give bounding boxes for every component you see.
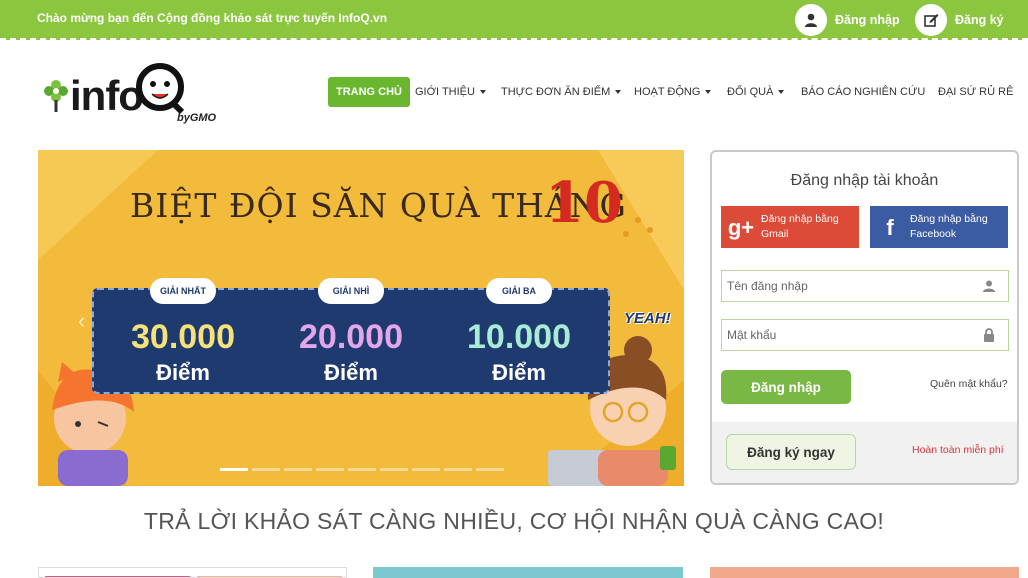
- nav-doi-qua[interactable]: ĐỔI QUÀ: [727, 77, 785, 107]
- banner-month: 10: [545, 170, 623, 236]
- top-bar: Chào mừng bạn đến Cộng đồng khảo sát trự…: [0, 0, 1028, 40]
- username-field[interactable]: Tên đăng nhập: [721, 270, 1009, 302]
- password-field[interactable]: Mật khẩu: [721, 319, 1009, 351]
- promo-banner[interactable]: ‹ BIỆT ĐỘI SĂN QUÀ THÁNG 10 GIẢI NHẤT 30…: [38, 150, 684, 486]
- prize-amount: 20.000: [299, 318, 403, 356]
- nav-label: TRANG CHỦ: [336, 86, 402, 98]
- feature-card[interactable]: [373, 567, 683, 578]
- prize-tab: GIẢI NHẤT: [150, 278, 216, 304]
- gmail-login-line2: Gmail: [761, 228, 789, 240]
- password-placeholder: Mật khẩu: [727, 328, 777, 342]
- login-title: Đăng nhập tài khoản: [790, 172, 939, 189]
- caret-down-icon: [778, 90, 785, 94]
- free-text: Hoàn toàn miễn phí: [912, 444, 1004, 456]
- carousel-dot[interactable]: [252, 468, 280, 471]
- prize-second: GIẢI NHÌ 20.000 Điểm: [266, 278, 436, 392]
- feature-card[interactable]: [710, 567, 1019, 578]
- flower-icon: [44, 80, 68, 112]
- user-icon: [983, 280, 995, 292]
- nav-label: ĐẠI SỨ RỦ RÊ: [938, 86, 1014, 98]
- facebook-login-button[interactable]: f Đăng nhập bằng Facebook: [870, 206, 1008, 248]
- nav-gioi-thieu[interactable]: GIỚI THIỆU: [415, 77, 486, 107]
- carousel-dot[interactable]: [348, 468, 376, 471]
- prize-panel: GIẢI NHẤT 30.000 Điểm GIẢI NHÌ 20.000 Đi…: [92, 278, 610, 394]
- card-image: [45, 576, 342, 577]
- edit-icon: [915, 4, 947, 36]
- register-section: Đăng ký ngay Hoàn toàn miễn phí: [712, 422, 1017, 483]
- q-mascot-icon: [136, 63, 185, 115]
- nav-trang-chu[interactable]: TRANG CHỦ: [328, 77, 410, 107]
- top-register-label: Đăng ký: [955, 13, 1004, 27]
- login-button[interactable]: Đăng nhập: [721, 370, 851, 404]
- prize-amount: 30.000: [131, 318, 235, 356]
- feature-card[interactable]: [38, 567, 347, 578]
- facebook-login-line2: Facebook: [910, 228, 957, 240]
- caret-down-icon: [705, 90, 712, 94]
- top-login-link[interactable]: Đăng nhập: [795, 4, 900, 36]
- carousel-dot[interactable]: [380, 468, 408, 471]
- nav-dai-su-ru-re[interactable]: ĐẠI SỨ RỦ RÊ: [938, 77, 1013, 107]
- register-button[interactable]: Đăng ký ngay: [726, 434, 856, 470]
- google-plus-icon: g+: [727, 214, 755, 240]
- caret-down-icon: [479, 90, 486, 94]
- prize-tab: GIẢI BA: [486, 278, 552, 304]
- yeah-text: YEAH!: [624, 310, 671, 327]
- carousel-dot[interactable]: [284, 468, 312, 471]
- login-panel: Đăng nhập tài khoản g+ Đăng nhập bằng Gm…: [710, 150, 1019, 485]
- carousel-dot[interactable]: [476, 468, 504, 471]
- prize-first: GIẢI NHẤT 30.000 Điểm: [98, 278, 268, 392]
- prize-unit: Điểm: [492, 360, 546, 385]
- facebook-login-line1: Đăng nhập bằng: [910, 213, 988, 225]
- prize-third: GIẢI BA 10.000 Điểm: [434, 278, 604, 392]
- infoq-logo[interactable]: info byGMO: [40, 62, 235, 128]
- nav-label: THỰC ĐƠN ĂN ĐIỂM: [501, 86, 611, 98]
- logo-by-gmo: byGMO: [177, 112, 217, 124]
- nav-hoat-dong[interactable]: HOẠT ĐỘNG: [634, 77, 712, 107]
- gmail-login-line1: Đăng nhập bằng: [761, 213, 839, 225]
- username-placeholder: Tên đăng nhập: [727, 279, 808, 293]
- gmail-login-button[interactable]: g+ Đăng nhập bằng Gmail: [721, 206, 859, 248]
- top-register-link[interactable]: Đăng ký: [915, 4, 1004, 36]
- logo-wordmark: info: [70, 72, 144, 119]
- caret-down-icon: [615, 90, 622, 94]
- prize-unit: Điểm: [156, 360, 210, 385]
- top-login-label: Đăng nhập: [835, 13, 900, 27]
- nav-thuc-don-an-diem[interactable]: THỰC ĐƠN ĂN ĐIỂM: [501, 77, 622, 107]
- facebook-login-label: Đăng nhập bằng Facebook: [910, 212, 988, 242]
- carousel-dot[interactable]: [220, 468, 248, 471]
- prize-amount: 10.000: [467, 318, 571, 356]
- nav-bao-cao-nghien-cuu[interactable]: BÁO CÁO NGHIÊN CỨU: [801, 77, 925, 107]
- carousel-dot[interactable]: [316, 468, 344, 471]
- banner-prev-icon[interactable]: ‹: [78, 308, 85, 334]
- carousel-indicators: [220, 468, 504, 471]
- nav-label: ĐỔI QUÀ: [727, 86, 774, 98]
- lock-icon: [984, 328, 994, 342]
- forgot-password-link[interactable]: Quên mật khẩu?: [930, 378, 1008, 390]
- carousel-dot[interactable]: [412, 468, 440, 471]
- user-icon: [795, 4, 827, 36]
- prize-tab: GIẢI NHÌ: [318, 278, 384, 304]
- carousel-dot[interactable]: [444, 468, 472, 471]
- facebook-icon: f: [886, 214, 894, 240]
- nav-label: BÁO CÁO NGHIÊN CỨU: [801, 86, 926, 98]
- nav-label: HOẠT ĐỘNG: [634, 86, 701, 98]
- nav-label: GIỚI THIỆU: [415, 86, 475, 98]
- welcome-text: Chào mừng bạn đến Cộng đồng khảo sát trự…: [37, 11, 388, 25]
- tagline: TRẢ LỜI KHẢO SÁT CÀNG NHIỀU, CƠ HỘI NHẬN…: [143, 508, 885, 534]
- prize-unit: Điểm: [324, 360, 378, 385]
- gmail-login-label: Đăng nhập bằng Gmail: [761, 212, 839, 242]
